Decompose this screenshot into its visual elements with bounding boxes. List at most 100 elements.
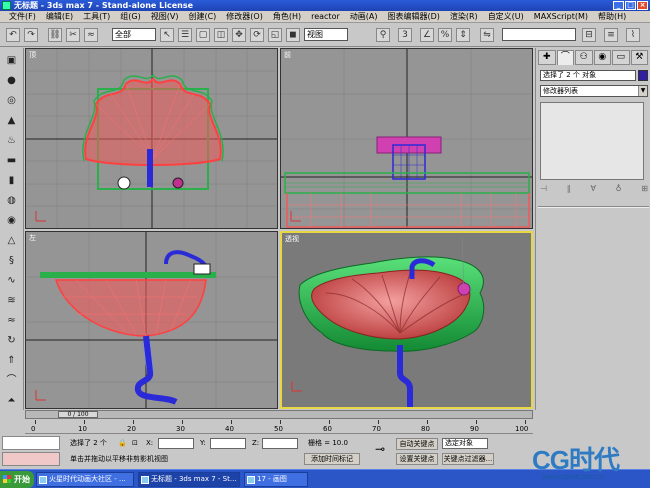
z-coordinate-input[interactable] bbox=[262, 438, 298, 449]
pyramid-icon[interactable]: △ bbox=[4, 234, 19, 248]
remove-modifier-icon[interactable]: ♁ bbox=[616, 184, 622, 196]
start-button[interactable]: 开始 bbox=[0, 471, 34, 488]
angle-snap-icon[interactable]: ∠ bbox=[420, 28, 434, 42]
maxscript-listener[interactable] bbox=[2, 436, 60, 450]
minimize-button[interactable]: _ bbox=[613, 1, 624, 10]
set-key-button[interactable]: 设置关键点 bbox=[396, 453, 438, 465]
bend-icon[interactable]: ⌒ bbox=[4, 374, 19, 388]
sphere-icon[interactable]: ● bbox=[4, 74, 19, 88]
key-icon[interactable]: ⊸ bbox=[375, 443, 385, 455]
show-end-result-icon[interactable]: ∥ bbox=[567, 184, 571, 196]
named-selection-dropdown[interactable] bbox=[502, 28, 576, 41]
hose-icon[interactable]: ∿ bbox=[4, 274, 19, 288]
make-unique-icon[interactable]: ∀ bbox=[590, 184, 595, 196]
display-tab-icon[interactable]: ▭ bbox=[612, 50, 630, 65]
hierarchy-tab-icon[interactable]: ⚇ bbox=[575, 50, 593, 65]
utilities-tab-icon[interactable]: ⚒ bbox=[630, 50, 648, 65]
torus-icon[interactable]: ◎ bbox=[4, 94, 19, 108]
viewport-top[interactable]: 顶 bbox=[25, 48, 278, 229]
layer-manager-icon[interactable]: ≡ bbox=[604, 28, 618, 42]
align-icon[interactable]: ⊟ bbox=[582, 28, 596, 42]
modifier-stack[interactable] bbox=[540, 102, 644, 180]
tube-icon[interactable]: ◉ bbox=[4, 214, 19, 228]
time-slider-track[interactable]: 0 / 100 bbox=[25, 410, 533, 419]
menu-help[interactable]: 帮助(H) bbox=[593, 11, 631, 22]
lock-icon[interactable]: 🔒 bbox=[118, 438, 127, 449]
menu-edit[interactable]: 编辑(E) bbox=[41, 11, 78, 22]
redo-icon[interactable]: ↷ bbox=[24, 28, 38, 42]
viewport-left[interactable]: 左 bbox=[25, 231, 278, 409]
teapot-icon[interactable]: ♨ bbox=[4, 134, 19, 148]
cone-icon[interactable]: ▲ bbox=[4, 114, 19, 128]
menu-animation[interactable]: 动画(A) bbox=[345, 11, 383, 22]
key-mode-dropdown[interactable]: 选定对象 bbox=[442, 438, 488, 449]
create-tab-icon[interactable]: ✚ bbox=[538, 50, 556, 65]
menu-maxscript[interactable]: MAXScript(M) bbox=[529, 12, 593, 21]
extrude-icon[interactable]: ⇑ bbox=[4, 354, 19, 368]
select-scale-icon[interactable]: ◱ bbox=[268, 28, 282, 42]
taper-icon[interactable]: ⏶ bbox=[4, 394, 19, 408]
menu-customize[interactable]: 自定义(U) bbox=[483, 11, 529, 22]
add-time-tag-button[interactable]: 添加时间标记 bbox=[304, 453, 360, 465]
selection-filter-dropdown[interactable]: 全部 bbox=[112, 28, 156, 41]
configure-modifier-sets-icon[interactable]: ⊞ bbox=[641, 184, 648, 196]
menu-group[interactable]: 组(G) bbox=[115, 11, 145, 22]
mirror-icon[interactable]: ⇋ bbox=[480, 28, 494, 42]
viewport-label-front[interactable]: 前 bbox=[284, 50, 291, 60]
viewport-label-perspective[interactable]: 透视 bbox=[285, 234, 299, 244]
taskbar-item-3dsmax[interactable]: 无标题 - 3ds max 7 - St... bbox=[138, 472, 240, 487]
modify-tab-icon[interactable]: ⌒ bbox=[556, 50, 574, 65]
modifier-list-dropdown[interactable]: 修改器列表 ▼ bbox=[540, 85, 648, 97]
select-by-name-icon[interactable]: ☰ bbox=[178, 28, 192, 42]
viewport-front[interactable]: 前 bbox=[280, 48, 533, 229]
chevron-down-icon[interactable]: ▼ bbox=[638, 86, 647, 96]
key-filters-button[interactable]: 关键点过滤器... bbox=[442, 453, 494, 465]
menu-rendering[interactable]: 渲染(R) bbox=[445, 11, 483, 22]
motion-tab-icon[interactable]: ◉ bbox=[593, 50, 611, 65]
viewport-label-top[interactable]: 顶 bbox=[29, 50, 36, 60]
unlink-icon[interactable]: ✂ bbox=[66, 28, 80, 42]
use-pivot-center-icon[interactable]: ⚲ bbox=[376, 28, 390, 42]
wave-icon[interactable]: ≋ bbox=[4, 294, 19, 308]
plane-icon[interactable]: ▬ bbox=[4, 154, 19, 168]
maximize-button[interactable]: □ bbox=[625, 1, 636, 10]
ripple-icon[interactable]: ≈ bbox=[4, 314, 19, 328]
time-slider[interactable]: 0 / 100 bbox=[58, 411, 98, 418]
taskbar-item-paint[interactable]: 17 - 画图 bbox=[244, 472, 308, 487]
menu-modifiers[interactable]: 修改器(O) bbox=[221, 11, 268, 22]
object-color-swatch[interactable] bbox=[638, 70, 648, 81]
window-crossing-icon[interactable]: ◫ bbox=[214, 28, 228, 42]
bind-space-warp-icon[interactable]: ≈ bbox=[84, 28, 98, 42]
track-bar[interactable]: 0 10 20 30 40 50 60 70 80 90 100 bbox=[25, 420, 533, 434]
menu-character[interactable]: 角色(H) bbox=[268, 11, 306, 22]
menu-views[interactable]: 视图(V) bbox=[146, 11, 184, 22]
object-name-field[interactable]: 选择了 2 个 对象 bbox=[540, 70, 636, 81]
select-move-icon[interactable]: ✥ bbox=[232, 28, 246, 42]
reference-coordinate-dropdown[interactable]: 视图 bbox=[304, 28, 348, 41]
auto-key-button[interactable]: 自动关键点 bbox=[396, 438, 438, 450]
menu-file[interactable]: 文件(F) bbox=[4, 11, 41, 22]
cube-icon[interactable]: ▣ bbox=[4, 54, 19, 68]
spinner-snap-icon[interactable]: ⇕ bbox=[456, 28, 470, 42]
cylinder-icon[interactable]: ▮ bbox=[4, 174, 19, 188]
menu-reactor[interactable]: reactor bbox=[306, 12, 345, 21]
menu-graph-editors[interactable]: 图表编辑器(D) bbox=[382, 11, 444, 22]
select-rotate-icon[interactable]: ⟳ bbox=[250, 28, 264, 42]
select-manipulate-icon[interactable]: ◼ bbox=[286, 28, 300, 42]
lathe-icon[interactable]: ↻ bbox=[4, 334, 19, 348]
close-button[interactable]: × bbox=[637, 1, 648, 10]
curve-editor-icon[interactable]: ⌇ bbox=[626, 28, 640, 42]
geosphere-icon[interactable]: ◍ bbox=[4, 194, 19, 208]
pin-stack-icon[interactable]: ⊣ bbox=[540, 184, 547, 196]
menu-tools[interactable]: 工具(T) bbox=[78, 11, 115, 22]
x-coordinate-input[interactable] bbox=[158, 438, 194, 449]
viewport-label-left[interactable]: 左 bbox=[29, 233, 36, 243]
spring-icon[interactable]: § bbox=[4, 254, 19, 268]
undo-icon[interactable]: ↶ bbox=[6, 28, 20, 42]
percent-snap-icon[interactable]: % bbox=[438, 28, 452, 42]
maxscript-mini-listener[interactable] bbox=[2, 452, 60, 466]
absolute-mode-icon[interactable]: ⊡ bbox=[132, 438, 138, 449]
y-coordinate-input[interactable] bbox=[210, 438, 246, 449]
snaps-toggle-icon[interactable]: 3 bbox=[398, 28, 412, 42]
link-icon[interactable]: ⛓ bbox=[48, 28, 62, 42]
